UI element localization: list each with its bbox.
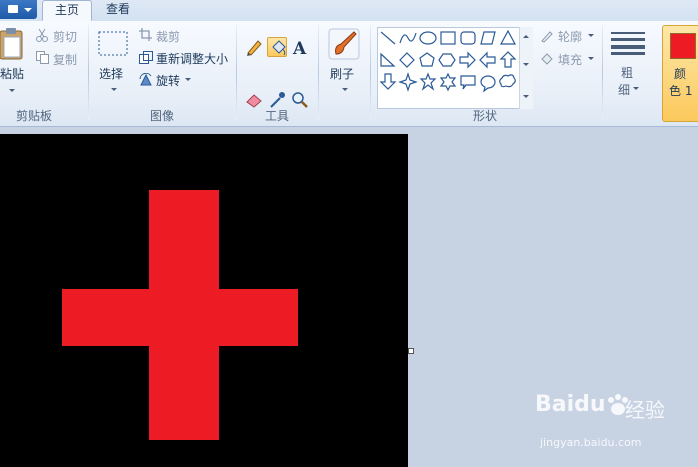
rotate-dropdown-icon[interactable] — [185, 78, 191, 81]
color-1-label-1: 颜 — [674, 67, 687, 81]
fill-bucket-icon — [272, 40, 286, 56]
eraser-tool[interactable] — [244, 90, 264, 110]
rectangle-shape-icon — [440, 31, 456, 45]
color-1-label-2: 色 1 — [669, 84, 693, 98]
copy-button[interactable]: 复制 — [53, 51, 77, 68]
oval-shape-icon — [419, 31, 437, 45]
magnifier-tool[interactable] — [290, 90, 310, 110]
baidu-jingyan-watermark: Baidu 经验 jingyan.baidu.com — [535, 392, 685, 452]
pentagon-shape-icon — [419, 52, 435, 67]
shapes-grid — [379, 29, 517, 93]
select-dropdown-icon[interactable] — [111, 88, 117, 91]
brush-icon[interactable] — [328, 28, 360, 60]
fill-dropdown-icon[interactable] — [588, 57, 594, 60]
watermark-url: jingyan.baidu.com — [540, 436, 642, 449]
image-group-label: 图像 — [150, 109, 175, 123]
svg-text:A: A — [292, 39, 307, 57]
size-label-1: 粗 — [621, 66, 634, 80]
crop-icon — [139, 28, 152, 41]
magnifier-icon — [292, 92, 308, 108]
separator — [318, 25, 319, 120]
four-point-star-shape-icon — [398, 72, 418, 92]
cut-button[interactable]: 剪切 — [53, 28, 77, 45]
right-triangle-shape-icon — [380, 52, 396, 67]
separator — [88, 25, 89, 120]
brushes-dropdown-icon[interactable] — [342, 88, 348, 91]
fill-tool[interactable] — [267, 37, 287, 57]
outline-icon — [541, 31, 553, 43]
brushes-button[interactable]: 刷子 — [330, 65, 354, 82]
cut-icon — [36, 28, 48, 42]
shapes-gallery-scrollbar[interactable] — [519, 27, 533, 109]
clipboard-group-label: 剪贴板 — [16, 109, 53, 123]
scroll-up-icon[interactable] — [523, 35, 529, 38]
tab-view[interactable]: 查看 — [94, 0, 142, 21]
color-1-swatch — [670, 33, 696, 59]
chevron-down-icon — [24, 8, 32, 12]
polygon-shape-icon — [480, 31, 496, 45]
triangle-shape-icon — [499, 29, 517, 45]
rotate-button[interactable]: 旋转 — [156, 72, 180, 89]
text-tool[interactable]: A — [290, 37, 310, 59]
rotate-icon — [139, 73, 152, 86]
line-shape-icon — [380, 31, 396, 45]
paste-button[interactable]: 粘贴 — [0, 65, 24, 82]
left-arrow-shape-icon — [479, 51, 496, 69]
canvas-resize-handle[interactable] — [408, 348, 414, 354]
rounded-callout-shape-icon — [460, 75, 476, 90]
five-point-star-shape-icon — [419, 72, 437, 91]
crop-button[interactable]: 裁剪 — [156, 28, 180, 45]
ribbon: 粘贴 剪切 复制 剪贴板 选择 裁剪 重新调整大小 旋转 图像 A 工具 刷子 … — [0, 21, 698, 127]
separator — [236, 25, 237, 120]
select-button[interactable]: 选择 — [99, 65, 123, 82]
down-arrow-shape-icon — [379, 73, 397, 90]
rounded-rectangle-shape-icon — [460, 31, 476, 45]
size-dropdown-icon[interactable] — [633, 87, 639, 90]
paste-dropdown-icon[interactable] — [9, 89, 15, 92]
scroll-down-icon[interactable] — [523, 63, 529, 66]
separator — [602, 25, 603, 120]
curve-shape-icon — [399, 32, 417, 44]
outline-dropdown-icon[interactable] — [588, 34, 594, 37]
fill-button[interactable]: 填充 — [558, 51, 582, 68]
size-icon[interactable] — [611, 31, 645, 55]
shapes-gallery — [377, 27, 533, 109]
fill-icon — [541, 53, 553, 65]
expand-gallery-icon[interactable] — [523, 95, 529, 98]
hexagon-shape-icon — [438, 53, 456, 67]
watermark-brand-cn: 经验 — [625, 398, 665, 422]
up-arrow-shape-icon — [499, 51, 517, 68]
paste-icon[interactable] — [0, 27, 24, 61]
shapes-group-label: 形状 — [473, 109, 498, 123]
color-1-button[interactable]: 颜 色 1 — [662, 25, 698, 122]
diamond-shape-icon — [399, 52, 415, 68]
watermark-brand: Baidu — [535, 392, 606, 417]
resize-button[interactable]: 重新调整大小 — [156, 50, 228, 67]
outline-button[interactable]: 轮廓 — [558, 28, 582, 45]
separator — [370, 25, 371, 120]
right-arrow-shape-icon — [459, 51, 476, 69]
ribbon-tab-strip: 主页 查看 — [0, 0, 698, 22]
tools-group-label: 工具 — [265, 109, 290, 123]
select-icon[interactable] — [98, 31, 128, 57]
resize-icon — [139, 51, 153, 64]
text-icon: A — [292, 39, 307, 59]
eraser-icon — [246, 94, 262, 108]
drawing-canvas[interactable] — [0, 134, 408, 467]
tab-home[interactable]: 主页 — [42, 0, 93, 21]
six-point-star-shape-icon — [439, 72, 457, 92]
paint-menu-icon — [8, 5, 18, 13]
copy-icon — [36, 51, 49, 64]
paint-menu-button[interactable] — [0, 0, 37, 19]
pencil-tool[interactable] — [244, 37, 264, 57]
pencil-icon — [247, 40, 262, 56]
red-cross-horizontal-bar — [62, 289, 298, 346]
cloud-callout-shape-icon — [499, 74, 516, 88]
size-label-2: 细 — [618, 83, 631, 97]
oval-callout-shape-icon — [480, 75, 496, 93]
